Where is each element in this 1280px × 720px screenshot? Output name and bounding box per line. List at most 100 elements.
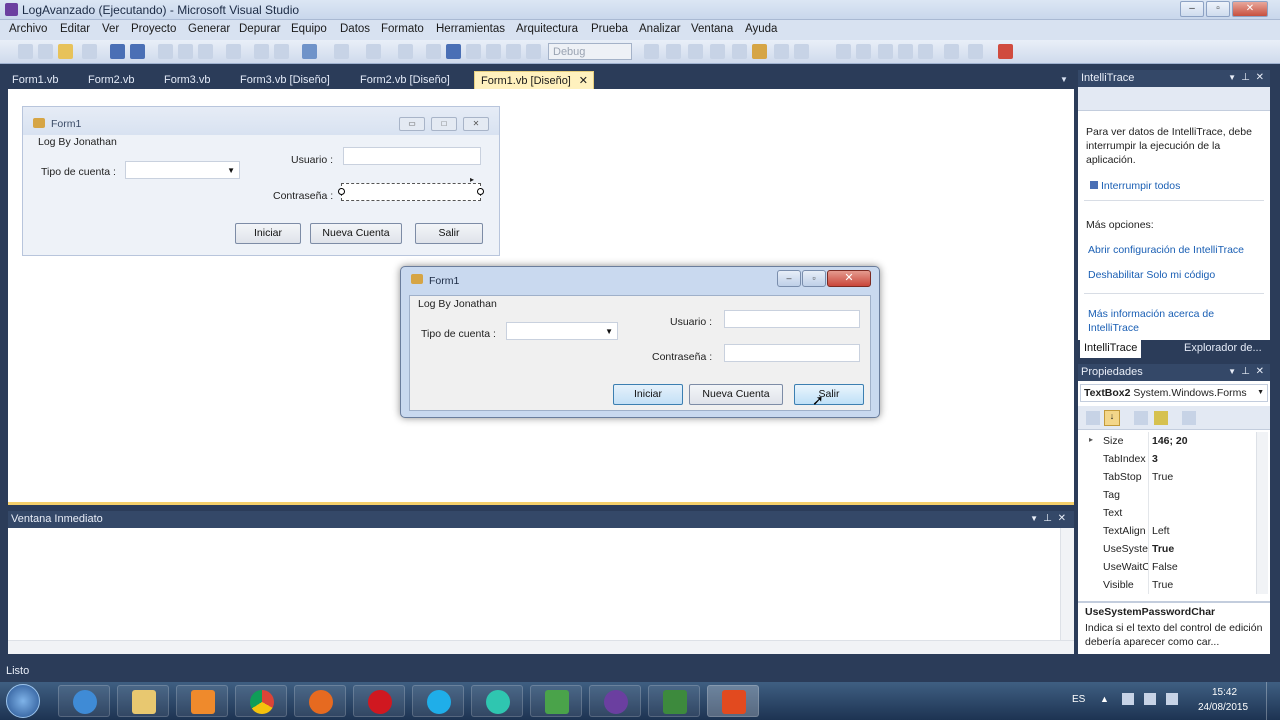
taskbar-skype[interactable] (412, 685, 464, 717)
menu-generar[interactable]: Generar (188, 23, 230, 35)
record-icon[interactable] (998, 44, 1013, 59)
panel-close-icon[interactable]: ✕ (1058, 513, 1066, 524)
command-window-icon[interactable] (794, 44, 809, 59)
clock-date[interactable]: 24/08/2015 (1198, 702, 1248, 713)
start-button[interactable] (6, 684, 40, 718)
menu-depurar[interactable]: Depurar (239, 23, 281, 35)
minimize-button[interactable]: – (1180, 1, 1204, 17)
runtime-close-button[interactable]: ✕ (827, 270, 871, 287)
menu-formato[interactable]: Formato (381, 23, 424, 35)
tab-form1-design[interactable]: Form1.vb [Diseño] ✕ (474, 71, 594, 89)
copy-icon[interactable] (178, 44, 193, 59)
runtime-account-type-combo[interactable]: ▼ (506, 322, 618, 340)
layout-size-icon[interactable] (856, 44, 871, 59)
volume-icon[interactable] (1166, 693, 1178, 705)
design-user-textbox[interactable] (343, 147, 481, 165)
cut-icon[interactable] (158, 44, 173, 59)
property-row[interactable]: TextAlign Left (1078, 522, 1254, 540)
runtime-new-account-button[interactable]: Nueva Cuenta (689, 384, 783, 405)
navigate-forward-icon[interactable] (398, 44, 413, 59)
taskbar-firefox[interactable] (294, 685, 346, 717)
extensions-icon[interactable] (752, 44, 767, 59)
property-row[interactable]: Tag (1078, 486, 1254, 504)
paste-icon[interactable] (198, 44, 213, 59)
network-icon[interactable] (1144, 693, 1156, 705)
runtime-login-button[interactable]: Iniciar (613, 384, 683, 405)
runtime-exit-button[interactable]: Salir (794, 384, 864, 405)
menu-analizar[interactable]: Analizar (639, 23, 681, 35)
tab-form2-design[interactable]: Form2.vb [Diseño] (354, 71, 456, 89)
runtime-minimize-button[interactable]: – (777, 270, 801, 287)
property-pages-icon[interactable] (1182, 411, 1196, 425)
taskbar-explorer[interactable] (117, 685, 169, 717)
design-new-account-button[interactable]: Nueva Cuenta (310, 223, 402, 244)
uncomment-icon[interactable] (274, 44, 289, 59)
design-form[interactable]: Form1 ▭ □ ✕ Log By Jonathan Tipo de cuen… (22, 106, 500, 256)
step-into-icon[interactable] (466, 44, 481, 59)
alphabetical-icon[interactable]: ↓ (1104, 410, 1120, 426)
horizontal-scrollbar[interactable] (8, 640, 1074, 654)
action-center-icon[interactable] (1122, 693, 1134, 705)
close-button[interactable]: ✕ (1232, 1, 1268, 17)
panel-menu-icon[interactable]: ▼ (1030, 514, 1038, 523)
resize-handle-right[interactable] (477, 188, 484, 195)
property-row[interactable]: Visible True (1078, 576, 1254, 594)
more-info-link[interactable]: Más información acerca de IntelliTrace (1088, 307, 1238, 335)
smart-tag-icon[interactable]: ▸ (470, 175, 474, 184)
taskbar-ie[interactable] (58, 685, 110, 717)
tab-intellitrace[interactable]: IntelliTrace (1080, 340, 1142, 358)
runtime-maximize-button[interactable]: ▫ (802, 270, 826, 287)
menu-ver[interactable]: Ver (102, 23, 119, 35)
pin-icon[interactable]: ⊥ (1241, 72, 1250, 83)
navigate-back-icon[interactable] (366, 44, 381, 59)
menu-datos[interactable]: Datos (340, 23, 370, 35)
add-item-icon[interactable] (38, 44, 53, 59)
breakpoint-icon[interactable] (526, 44, 541, 59)
save-icon[interactable] (110, 44, 125, 59)
property-row[interactable]: TabStop True (1078, 468, 1254, 486)
property-row[interactable]: UseWaitCursorFalse (1078, 558, 1254, 576)
properties-view-icon[interactable] (1134, 411, 1148, 425)
vertical-scrollbar[interactable] (1060, 528, 1074, 640)
pin-icon[interactable]: ⊥ (1241, 366, 1250, 377)
menu-ventana[interactable]: Ventana (691, 23, 733, 35)
tab-list-dropdown-icon[interactable]: ▼ (1060, 75, 1068, 84)
menu-equipo[interactable]: Equipo (291, 23, 327, 35)
taskbar-visual-studio[interactable] (589, 685, 641, 717)
add-file-icon[interactable] (82, 44, 97, 59)
continue-icon[interactable] (426, 44, 441, 59)
tab-solution-explorer[interactable]: Explorador de... (1164, 340, 1266, 358)
language-indicator[interactable]: ES (1072, 694, 1085, 705)
clock-time[interactable]: 15:42 (1212, 687, 1237, 698)
panel-close-icon[interactable]: ✕ (1256, 72, 1264, 83)
menu-prueba[interactable]: Prueba (591, 23, 628, 35)
taskbar-office[interactable] (707, 685, 759, 717)
property-row[interactable]: UseSystemPasswordCharTrue (1078, 540, 1254, 558)
tab-form3-design[interactable]: Form3.vb [Diseño] (234, 71, 336, 89)
show-desktop-button[interactable] (1266, 682, 1280, 720)
tab-form2-vb[interactable]: Form2.vb (82, 71, 140, 89)
runtime-user-textbox[interactable] (724, 310, 860, 328)
new-project-icon[interactable] (18, 44, 33, 59)
tab-order-icon[interactable] (944, 44, 959, 59)
open-folder-icon[interactable] (58, 44, 73, 59)
show-hidden-icons-icon[interactable]: ▲ (1100, 694, 1109, 704)
toolbox-icon[interactable] (732, 44, 747, 59)
save-all-icon[interactable] (130, 44, 145, 59)
immediate-window-editor[interactable] (8, 528, 1074, 654)
solution-config-combo[interactable]: Debug (548, 43, 632, 60)
pin-icon[interactable]: ⊥ (1043, 513, 1052, 524)
step-over-icon[interactable] (486, 44, 501, 59)
events-icon[interactable] (1154, 411, 1168, 425)
taskbar-camtasia-recorder[interactable] (648, 685, 700, 717)
panel-menu-icon[interactable]: ▼ (1228, 73, 1236, 82)
panel-close-icon[interactable]: ✕ (1256, 366, 1264, 377)
maximize-button[interactable]: ▫ (1206, 1, 1230, 17)
menu-arquitectura[interactable]: Arquitectura (516, 23, 578, 35)
bring-front-icon[interactable] (918, 44, 933, 59)
design-password-textbox-selected[interactable]: ▸ (338, 175, 484, 201)
runtime-form-window[interactable]: Form1 – ▫ ✕ Log By Jonathan Tipo de cuen… (400, 266, 880, 418)
expand-icon[interactable]: ▸ (1089, 435, 1093, 444)
comment-icon[interactable] (254, 44, 269, 59)
menu-herramientas[interactable]: Herramientas (436, 23, 505, 35)
